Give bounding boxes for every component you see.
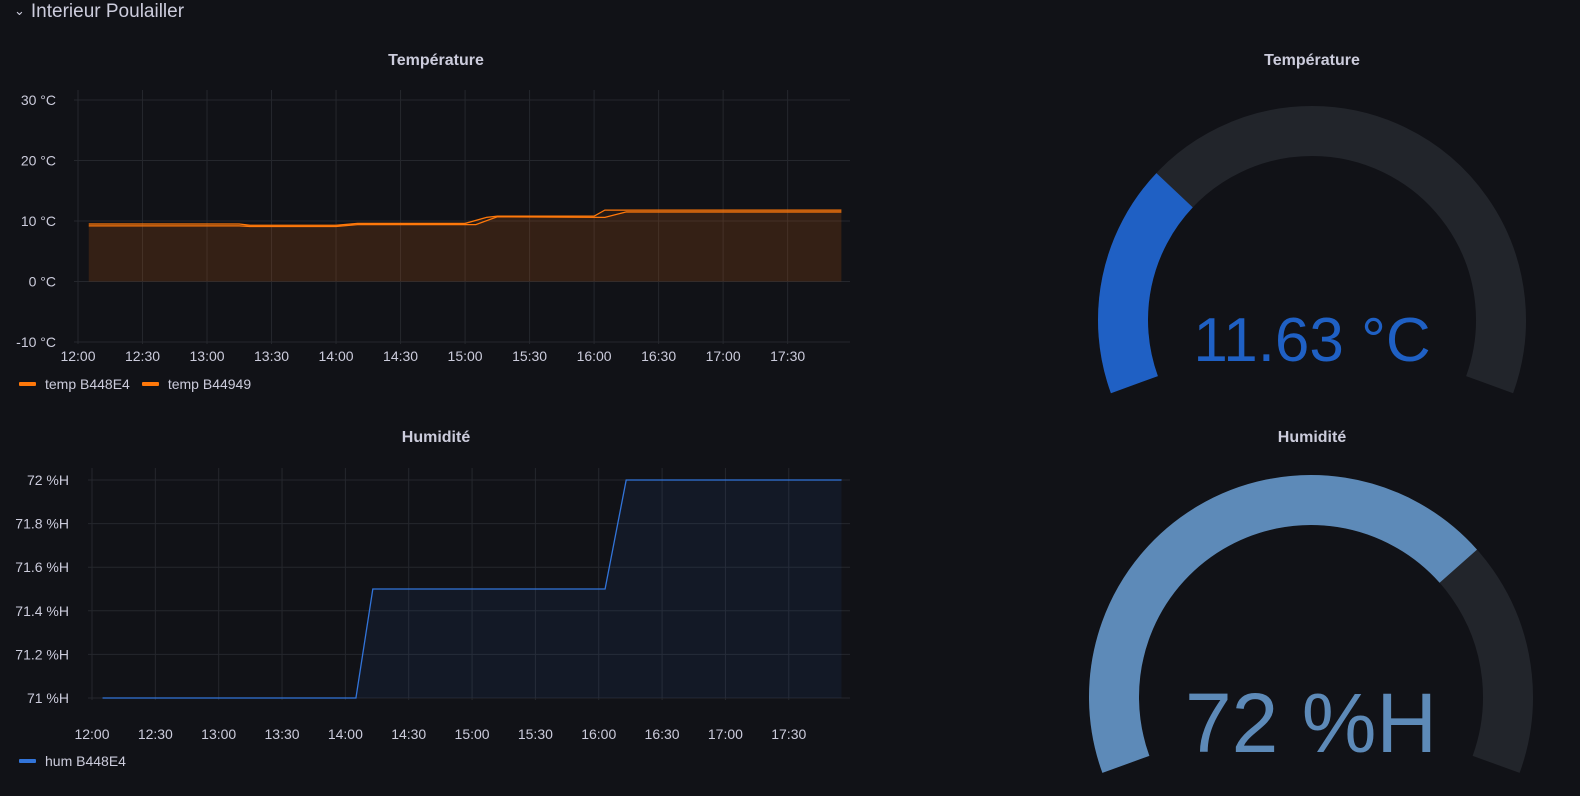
x-tick-label: 15:30: [512, 348, 547, 364]
x-tick-label: 12:30: [125, 348, 160, 364]
hum-gauge-title[interactable]: Humidité: [1278, 429, 1346, 447]
chevron-down-icon: ⌄: [14, 3, 25, 18]
temp-graph-chart[interactable]: 30 °C 20 °C 10 °C 0 °C -10 °C12:00 12:30 13:00…: [0, 90, 860, 375]
x-tick-label: 16:00: [577, 348, 612, 364]
x-tick-label: 17:30: [770, 348, 805, 364]
legend-swatch: [19, 382, 36, 386]
x-tick-label: 13:30: [265, 726, 300, 742]
legend-item[interactable]: temp B44949: [141, 376, 252, 392]
y-tick-label: 71.6 %H: [15, 559, 69, 575]
y-tick-label: 0 °C: [29, 274, 56, 290]
x-tick-label: 13:00: [190, 348, 225, 364]
x-tick-label: 13:00: [201, 726, 236, 742]
x-tick-label: 14:30: [391, 726, 426, 742]
gauge-value: 72 %H: [1185, 676, 1437, 770]
x-tick-label: 14:00: [319, 348, 354, 364]
x-tick-label: 15:30: [518, 726, 553, 742]
x-tick-label: 13:30: [254, 348, 289, 364]
hum-graph-legend: hum B448E4: [19, 753, 126, 769]
x-tick-label: 17:30: [771, 726, 806, 742]
legend-label: hum B448E4: [45, 753, 126, 769]
x-tick-label: 14:00: [328, 726, 363, 742]
x-tick-label: 12:30: [138, 726, 173, 742]
temp-gauge: 11.63 °C: [1098, 106, 1526, 394]
x-tick-label: 15:00: [455, 726, 490, 742]
x-tick-label: 12:00: [60, 348, 95, 364]
x-tick-label: 17:00: [706, 348, 741, 364]
temp-graph-title[interactable]: Température: [388, 52, 484, 70]
x-tick-label: 14:30: [383, 348, 418, 364]
legend-label: temp B448E4: [45, 376, 130, 392]
hum-graph-chart[interactable]: 72 %H 71.8 %H 71.6 %H 71.4 %H 71.2 %H 71 %H 12…: [0, 468, 860, 753]
y-tick-label: 10 °C: [21, 213, 56, 229]
y-tick-label: 71.4 %H: [15, 603, 69, 619]
y-tick-label: 20 °C: [21, 153, 56, 169]
x-tick-label: 16:30: [645, 726, 680, 742]
y-tick-label: 72 %H: [27, 472, 69, 488]
gauge-fill: [1098, 173, 1194, 394]
legend-label: temp B44949: [167, 376, 252, 392]
row-title: Interieur Poulailler: [30, 1, 185, 22]
x-tick-label: 16:30: [641, 348, 676, 364]
gauge-value: 11.63 °C: [1193, 306, 1430, 375]
x-tick-label: 12:00: [74, 726, 109, 742]
temp-gauge-title[interactable]: Température: [1264, 52, 1360, 70]
y-tick-label: 30 °C: [21, 92, 56, 108]
hum-gauge: 72 %H: [1089, 475, 1533, 773]
legend-item[interactable]: hum B448E4: [19, 753, 126, 769]
temp-graph-legend: temp B448E4 temp B44949: [19, 376, 251, 392]
x-tick-label: 17:00: [708, 726, 743, 742]
legend-swatch: [19, 759, 36, 763]
legend-item[interactable]: temp B448E4: [19, 376, 130, 392]
x-tick-label: 15:00: [448, 348, 483, 364]
y-tick-label: -10 °C: [16, 334, 56, 350]
y-tick-label: 71.8 %H: [15, 516, 69, 532]
y-tick-label: 71 %H: [27, 690, 69, 706]
legend-swatch: [141, 382, 159, 386]
y-tick-label: 71.2 %H: [15, 646, 69, 662]
hum-graph-title[interactable]: Humidité: [402, 429, 470, 447]
x-tick-label: 16:00: [581, 726, 616, 742]
row-header-interieur-poulailler[interactable]: ⌄ Interieur Poulailler: [14, 0, 184, 24]
